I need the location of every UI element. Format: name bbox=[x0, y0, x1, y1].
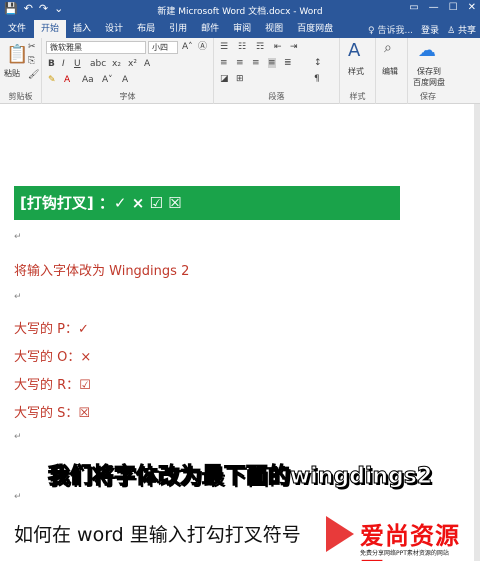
clipboard-label: 剪贴板 bbox=[8, 92, 33, 101]
format-painter-icon[interactable]: 🖌 bbox=[28, 70, 39, 80]
styles-button[interactable]: 样式 bbox=[348, 66, 364, 77]
window-controls: ▭ — ☐ ✕ bbox=[409, 2, 476, 13]
shrink-font-icon[interactable]: A˅ bbox=[102, 75, 113, 85]
font-color-icon[interactable]: A bbox=[64, 75, 70, 85]
word-window: 💾 ↶ ↷ ⌄ 新建 Microsoft Word 文档.docx - Word… bbox=[0, 0, 480, 561]
line-r: 大写的 R：☑ bbox=[14, 378, 91, 393]
clear-format-icon[interactable]: Ⓐ bbox=[198, 42, 207, 52]
tell-me-search[interactable]: ♀ 告诉我... bbox=[368, 23, 413, 36]
sign-in-link[interactable]: 登录 bbox=[421, 23, 439, 36]
editing-button[interactable]: 编辑 bbox=[382, 66, 398, 77]
checkmark-banner: [打钩打叉] ：✓ × ☑ ☒ bbox=[14, 186, 400, 220]
paragraph-mark: ↵ bbox=[14, 432, 22, 442]
font-size-select[interactable]: 小四 bbox=[148, 41, 178, 54]
play-icon bbox=[326, 516, 354, 552]
find-icon[interactable]: ⌕ bbox=[384, 40, 392, 56]
tab-design[interactable]: 设计 bbox=[98, 20, 130, 38]
minimize-button[interactable]: — bbox=[429, 2, 439, 13]
paragraph-mark: ↵ bbox=[14, 292, 22, 302]
italic-button[interactable]: I bbox=[62, 59, 65, 69]
bold-button[interactable]: B bbox=[48, 59, 55, 69]
tab-mailings[interactable]: 邮件 bbox=[194, 20, 226, 38]
char-shading-icon[interactable]: A bbox=[122, 75, 128, 85]
strikethrough-button[interactable]: abc bbox=[90, 59, 106, 69]
multilevel-list-icon[interactable]: ☶ bbox=[256, 42, 264, 52]
tab-view[interactable]: 视图 bbox=[258, 20, 290, 38]
window-title: 新建 Microsoft Word 文档.docx - Word bbox=[157, 7, 323, 17]
change-case-icon[interactable]: Aa bbox=[82, 75, 94, 85]
baidu-cloud-icon[interactable]: ☁ bbox=[418, 40, 436, 61]
superscript-button[interactable]: x² bbox=[128, 59, 137, 69]
copy-icon[interactable]: ⎘ bbox=[28, 56, 35, 66]
styles-group: A 样式 样式 bbox=[340, 38, 376, 104]
ribbon-display-icon[interactable]: ▭ bbox=[409, 2, 418, 13]
line-o: 大写的 O：× bbox=[14, 350, 92, 365]
line-s: 大写的 S：☒ bbox=[14, 406, 91, 421]
ribbon-tabs: 文件 开始 插入 设计 布局 引用 邮件 审阅 视图 百度网盘 ♀ 告诉我...… bbox=[0, 20, 480, 38]
paragraph-label: 段落 bbox=[268, 92, 285, 101]
text-effects-icon[interactable]: A bbox=[144, 59, 150, 69]
tab-file[interactable]: 文件 bbox=[0, 20, 34, 38]
sort-icon[interactable]: ↕ bbox=[314, 58, 322, 68]
video-subtitle: 我们将字体改为最下面的wingdings2 bbox=[0, 458, 480, 498]
increase-indent-icon[interactable]: ⇥ bbox=[290, 42, 298, 52]
font-group: 微软雅黑 小四 A˄ Ⓐ B I U abc x₂ x² A ✎ A Aa A˅… bbox=[42, 38, 214, 104]
line-p: 大写的 P：✓ bbox=[14, 322, 89, 337]
tab-review[interactable]: 审阅 bbox=[226, 20, 258, 38]
align-left-icon[interactable]: ≡ bbox=[220, 58, 228, 68]
bullets-icon[interactable]: ☰ bbox=[220, 42, 228, 52]
paragraph-mark: ↵ bbox=[14, 232, 22, 242]
styles-icon[interactable]: A bbox=[348, 40, 360, 61]
site-logo: 爱尚资源网 免费分享网络PPT素材资源的网站 bbox=[322, 510, 480, 561]
tab-home[interactable]: 开始 bbox=[34, 20, 67, 38]
tab-insert[interactable]: 插入 bbox=[66, 20, 98, 38]
highlight-color-icon[interactable]: ✎ bbox=[48, 75, 56, 85]
close-button[interactable]: ✕ bbox=[468, 2, 476, 13]
video-title: 如何在 word 里输入打勾打叉符号 bbox=[14, 524, 301, 546]
align-right-icon[interactable]: ≡ bbox=[252, 58, 260, 68]
font-name-select[interactable]: 微软雅黑 bbox=[46, 41, 146, 54]
subtitle-text: 我们将字体改为最下面的wingdings2 bbox=[47, 464, 433, 490]
borders-icon[interactable]: ⊞ bbox=[236, 74, 244, 84]
editing-group: ⌕ 编辑 bbox=[376, 38, 408, 104]
font-label: 字体 bbox=[119, 92, 136, 101]
tab-references[interactable]: 引用 bbox=[162, 20, 194, 38]
maximize-button[interactable]: ☐ bbox=[449, 2, 458, 13]
paste-button[interactable]: 粘贴 bbox=[4, 68, 20, 79]
underline-button[interactable]: U bbox=[74, 59, 81, 69]
ribbon: 📋 粘贴 ✂ ⎘ 🖌 剪贴板 微软雅黑 小四 A˄ Ⓐ B I U abc x₂… bbox=[0, 38, 480, 104]
title-bar: 💾 ↶ ↷ ⌄ 新建 Microsoft Word 文档.docx - Word… bbox=[0, 0, 480, 20]
cut-icon[interactable]: ✂ bbox=[28, 42, 36, 52]
show-marks-icon[interactable]: ¶ bbox=[314, 74, 320, 84]
grow-font-icon[interactable]: A˄ bbox=[182, 42, 193, 52]
paste-icon[interactable]: 📋 bbox=[6, 44, 28, 65]
save-to-netdisk-button[interactable]: 保存到 百度网盘 bbox=[410, 66, 448, 88]
subscript-button[interactable]: x₂ bbox=[112, 59, 121, 69]
shading-icon[interactable]: ◪ bbox=[220, 74, 229, 84]
share-button[interactable]: ♙ 共享 bbox=[447, 23, 476, 36]
save-label: 保存 bbox=[420, 92, 436, 101]
styles-label: 样式 bbox=[349, 92, 366, 101]
decrease-indent-icon[interactable]: ⇤ bbox=[274, 42, 282, 52]
distributed-icon[interactable]: ≣ bbox=[284, 58, 292, 68]
tab-layout[interactable]: 布局 bbox=[130, 20, 162, 38]
save-group: ☁ 保存到 百度网盘 保存 bbox=[408, 38, 448, 104]
justify-icon[interactable]: ≡ bbox=[268, 58, 276, 68]
paragraph-group: ☰ ☷ ☶ ⇤ ⇥ ≡ ≡ ≡ ≡ ≣ ◪ ⊞ ↕ ¶ 段落 bbox=[214, 38, 340, 104]
clipboard-group: 📋 粘贴 ✂ ⎘ 🖌 剪贴板 bbox=[0, 38, 42, 104]
instruction-line: 将输入字体改为 Wingdings 2 bbox=[14, 264, 190, 279]
align-center-icon[interactable]: ≡ bbox=[236, 58, 244, 68]
logo-tagline: 免费分享网络PPT素材资源的网站 bbox=[360, 550, 449, 557]
numbering-icon[interactable]: ☷ bbox=[238, 42, 246, 52]
tab-baidu-netdisk[interactable]: 百度网盘 bbox=[290, 20, 340, 38]
